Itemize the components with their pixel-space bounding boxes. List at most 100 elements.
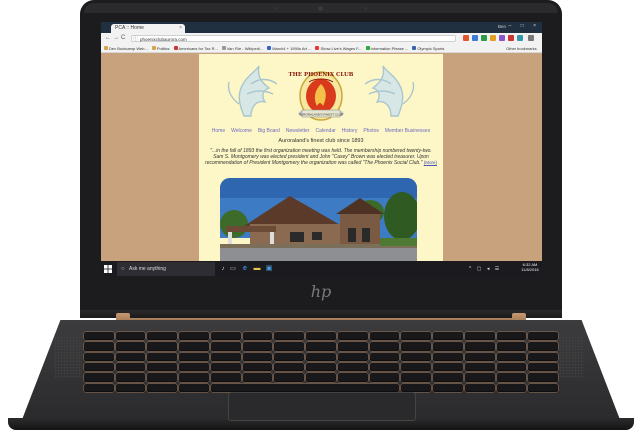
keyboard-key[interactable] [464,342,495,351]
keyboard-key[interactable] [179,362,209,372]
keyboard-key[interactable] [147,383,178,392]
keyboard-key[interactable] [433,352,463,361]
keyboard-key[interactable] [528,342,558,351]
keyboard-key[interactable] [242,373,273,382]
keyboard-key[interactable] [306,342,336,351]
keyboard-key[interactable] [496,342,527,351]
nav-newsletter[interactable]: Newsletter [286,127,310,135]
extension-icon-2[interactable] [472,35,478,41]
keyboard-key[interactable] [210,342,241,351]
keyboard-key[interactable] [337,362,368,372]
keyboard-key[interactable] [433,373,463,382]
browser-tab[interactable]: PCA :: Home × [111,24,185,33]
nav-calendar[interactable]: Calendar [315,127,335,135]
file-explorer-icon[interactable]: ▬ [253,265,261,273]
keyboard-key[interactable] [401,342,432,351]
keyboard-key[interactable] [306,332,336,341]
keyboard-key[interactable] [274,373,305,382]
extension-icon-6[interactable] [508,35,514,41]
windows-start-icon[interactable] [104,265,112,273]
keyboard-key[interactable] [147,332,178,341]
bookmark-item[interactable]: Van File - Wikipedi... [221,46,263,51]
bookmark-item[interactable]: March4 + 1990s Art ... [267,46,311,51]
task-view-icon[interactable]: ▭ [229,265,237,273]
edge-icon[interactable]: e [241,265,249,273]
bookmark-item[interactable]: Politics [151,46,170,51]
keyboard-key[interactable] [528,383,558,392]
keyboard-key[interactable] [210,383,400,392]
keyboard-key[interactable] [210,352,241,361]
nav-history[interactable]: History [342,127,358,135]
keyboard-key[interactable] [496,352,527,361]
keyboard-key[interactable] [401,332,432,341]
keyboard-key[interactable] [115,352,146,361]
keyboard-key[interactable] [369,352,400,361]
keyboard-key[interactable] [433,332,463,341]
address-bar[interactable]: phoenixclubaurora.com [131,35,456,42]
nav-big-board[interactable]: Big Board [258,127,280,135]
bookmark-item[interactable]: Information Please ... [365,46,408,51]
trackpad[interactable] [228,392,416,421]
more-link[interactable]: (More) [424,160,437,165]
keyboard-key[interactable] [210,332,241,341]
keyboard-key[interactable] [496,332,527,341]
keyboard-key[interactable] [115,362,146,372]
profile-name[interactable]: Ben [498,24,506,29]
keyboard-key[interactable] [464,383,495,392]
bookmark-item[interactable]: Olympic Sports [412,46,444,51]
keyboard-key[interactable] [369,373,400,382]
nav-photos[interactable]: Photos [363,127,379,135]
keyboard-key[interactable] [401,362,432,372]
keyboard-key[interactable] [84,383,114,392]
keyboard-key[interactable] [306,362,336,372]
keyboard-key[interactable] [84,352,114,361]
keyboard[interactable] [84,332,558,392]
keyboard-key[interactable] [210,373,241,382]
keyboard-key[interactable] [369,362,400,372]
keyboard-key[interactable] [115,342,146,351]
keyboard-key[interactable] [274,362,305,372]
keyboard-key[interactable] [147,373,178,382]
keyboard-key[interactable] [528,352,558,361]
keyboard-key[interactable] [179,383,209,392]
keyboard-key[interactable] [528,332,558,341]
window-controls[interactable]: – □ × [509,23,541,29]
store-icon[interactable]: ▣ [265,265,273,273]
keyboard-key[interactable] [337,352,368,361]
keyboard-key[interactable] [496,373,527,382]
keyboard-key[interactable] [464,332,495,341]
system-tray-icons[interactable]: ^ ▢ ◂ ☰ [469,265,501,273]
keyboard-key[interactable] [401,373,432,382]
keyboard-key[interactable] [496,383,527,392]
keyboard-key[interactable] [369,332,400,341]
keyboard-key[interactable] [84,332,114,341]
menu-icon[interactable] [528,35,534,41]
extension-icon-4[interactable] [490,35,496,41]
page-info-icon[interactable]: ⓘ [133,35,138,43]
keyboard-key[interactable] [433,383,463,392]
keyboard-key[interactable] [464,352,495,361]
keyboard-key[interactable] [179,332,209,341]
keyboard-key[interactable] [179,342,209,351]
keyboard-key[interactable] [115,373,146,382]
keyboard-key[interactable] [274,332,305,341]
keyboard-key[interactable] [528,373,558,382]
keyboard-key[interactable] [147,342,178,351]
keyboard-key[interactable] [337,342,368,351]
keyboard-key[interactable] [401,383,432,392]
keyboard-key[interactable] [274,342,305,351]
keyboard-key[interactable] [115,383,146,392]
keyboard-key[interactable] [179,373,209,382]
keyboard-key[interactable] [496,362,527,372]
keyboard-key[interactable] [464,362,495,372]
back-button[interactable]: ← [105,34,111,43]
microphone-icon[interactable]: ♪ [219,265,227,273]
keyboard-key[interactable] [337,373,368,382]
keyboard-key[interactable] [84,342,114,351]
bookmark-item[interactable]: Dev Bootcamp Web... [104,46,148,51]
keyboard-key[interactable] [369,342,400,351]
keyboard-key[interactable] [337,332,368,341]
keyboard-key[interactable] [433,362,463,372]
keyboard-key[interactable] [464,373,495,382]
keyboard-key[interactable] [242,332,273,341]
